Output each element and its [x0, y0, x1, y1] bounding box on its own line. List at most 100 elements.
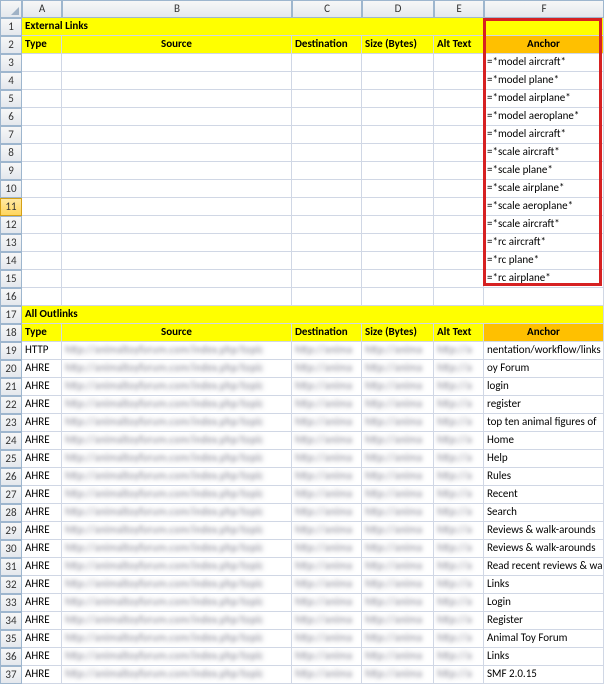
cell[interactable]	[22, 54, 62, 72]
cell-alt-blurred[interactable]: http://a	[434, 558, 484, 576]
cell[interactable]	[62, 72, 292, 90]
column-header-B[interactable]: B	[62, 0, 292, 18]
select-all-corner[interactable]	[0, 0, 22, 18]
row-header-20[interactable]: 20	[0, 360, 22, 378]
cell-size-blurred[interactable]: http://anima	[362, 594, 434, 612]
cell-type[interactable]: HTTP	[22, 342, 62, 360]
cell-source-blurred[interactable]: http://animaltoyforum.com/index.php/topi…	[62, 432, 292, 450]
row-header-30[interactable]: 30	[0, 540, 22, 558]
cell-type[interactable]: AHRE	[22, 378, 62, 396]
row-header-7[interactable]: 7	[0, 126, 22, 144]
cell[interactable]	[434, 72, 484, 90]
row-header-3[interactable]: 3	[0, 54, 22, 72]
cell-size-blurred[interactable]: http://anima	[362, 378, 434, 396]
cell-anchor[interactable]: Reviews & walk-arounds	[484, 522, 604, 540]
cell-type[interactable]: AHRE	[22, 576, 62, 594]
row-header-24[interactable]: 24	[0, 432, 22, 450]
cell[interactable]	[292, 72, 362, 90]
cell[interactable]	[22, 234, 62, 252]
cell-anchor[interactable]: nentation/workflow/links	[484, 342, 604, 360]
cell-anchor[interactable]: Recent	[484, 486, 604, 504]
cell[interactable]	[22, 180, 62, 198]
cell[interactable]	[434, 144, 484, 162]
cell-source-blurred[interactable]: http://animaltoyforum.com/index.php/topi…	[62, 522, 292, 540]
cell-source-blurred[interactable]: http://animaltoyforum.com/index.php/topi…	[62, 612, 292, 630]
header-type[interactable]: Type	[22, 324, 62, 342]
header-destination[interactable]: Destination	[292, 36, 362, 54]
cell-anchor[interactable]: Read recent reviews & wa	[484, 558, 604, 576]
cell[interactable]	[22, 270, 62, 288]
cell-destination-blurred[interactable]: http://anima	[292, 432, 362, 450]
cell-source-blurred[interactable]: http://animaltoyforum.com/index.php/topi…	[62, 486, 292, 504]
cell[interactable]	[22, 198, 62, 216]
header-anchor[interactable]: Anchor	[484, 324, 604, 342]
cell[interactable]	[434, 90, 484, 108]
cell[interactable]	[292, 288, 362, 306]
cell[interactable]	[22, 72, 62, 90]
row-header-12[interactable]: 12	[0, 216, 22, 234]
row-header-23[interactable]: 23	[0, 414, 22, 432]
cell-destination-blurred[interactable]: http://anima	[292, 522, 362, 540]
cell-destination-blurred[interactable]: http://anima	[292, 360, 362, 378]
cell-destination-blurred[interactable]: http://anima	[292, 648, 362, 666]
cell[interactable]	[62, 162, 292, 180]
cell-alt-blurred[interactable]: http://a	[434, 612, 484, 630]
row-header-33[interactable]: 33	[0, 594, 22, 612]
cell[interactable]	[62, 54, 292, 72]
cell-alt-blurred[interactable]: http://a	[434, 414, 484, 432]
cell-destination-blurred[interactable]: http://anima	[292, 612, 362, 630]
cell-size-blurred[interactable]: http://anima	[362, 630, 434, 648]
cell[interactable]	[362, 162, 434, 180]
row-header-8[interactable]: 8	[0, 144, 22, 162]
cell[interactable]	[292, 90, 362, 108]
cell[interactable]	[62, 198, 292, 216]
cell-alt-blurred[interactable]: http://a	[434, 522, 484, 540]
cell[interactable]	[22, 108, 62, 126]
cell-anchor[interactable]: SMF 2.0.15	[484, 666, 604, 684]
anchor-formula[interactable]: =*scale airplane*	[484, 180, 604, 198]
cell-alt-blurred[interactable]: http://a	[434, 666, 484, 684]
cell-anchor[interactable]: Login	[484, 594, 604, 612]
cell[interactable]	[62, 90, 292, 108]
cell[interactable]	[362, 54, 434, 72]
cell-anchor[interactable]: login	[484, 378, 604, 396]
cell[interactable]	[362, 216, 434, 234]
cell[interactable]	[362, 270, 434, 288]
cell[interactable]	[434, 234, 484, 252]
row-header-9[interactable]: 9	[0, 162, 22, 180]
cell[interactable]	[362, 288, 434, 306]
cell[interactable]	[362, 144, 434, 162]
cell[interactable]	[22, 216, 62, 234]
anchor-formula[interactable]: =*scale aircraft*	[484, 216, 604, 234]
cell-type[interactable]: AHRE	[22, 666, 62, 684]
cell-size-blurred[interactable]: http://anima	[362, 612, 434, 630]
cell[interactable]	[22, 252, 62, 270]
cell-size-blurred[interactable]: http://anima	[362, 666, 434, 684]
row-header-25[interactable]: 25	[0, 450, 22, 468]
cell-type[interactable]: AHRE	[22, 360, 62, 378]
cell[interactable]	[484, 288, 604, 306]
cell[interactable]	[62, 144, 292, 162]
cell-destination-blurred[interactable]: http://anima	[292, 666, 362, 684]
anchor-formula[interactable]: =*scale aeroplane*	[484, 198, 604, 216]
cell-anchor[interactable]: top ten animal figures of	[484, 414, 604, 432]
cell-alt-blurred[interactable]: http://a	[434, 576, 484, 594]
column-header-C[interactable]: C	[292, 0, 362, 18]
header-type[interactable]: Type	[22, 36, 62, 54]
cell[interactable]	[292, 162, 362, 180]
cell-alt-blurred[interactable]: http://a	[434, 396, 484, 414]
column-header-E[interactable]: E	[434, 0, 484, 18]
cell-destination-blurred[interactable]: http://anima	[292, 504, 362, 522]
cell-source-blurred[interactable]: http://animaltoyforum.com/index.php/topi…	[62, 576, 292, 594]
cell[interactable]	[22, 288, 62, 306]
cell-size-blurred[interactable]: http://anima	[362, 414, 434, 432]
header-anchor[interactable]: Anchor	[484, 36, 604, 54]
cell-source-blurred[interactable]: http://animaltoyforum.com/index.php/topi…	[62, 414, 292, 432]
header-alt[interactable]: Alt Text	[434, 36, 484, 54]
cell[interactable]	[292, 180, 362, 198]
cell[interactable]	[362, 72, 434, 90]
cell[interactable]	[292, 252, 362, 270]
cell-source-blurred[interactable]: http://animaltoyforum.com/index.php/topi…	[62, 342, 292, 360]
row-header-21[interactable]: 21	[0, 378, 22, 396]
cell[interactable]	[434, 108, 484, 126]
